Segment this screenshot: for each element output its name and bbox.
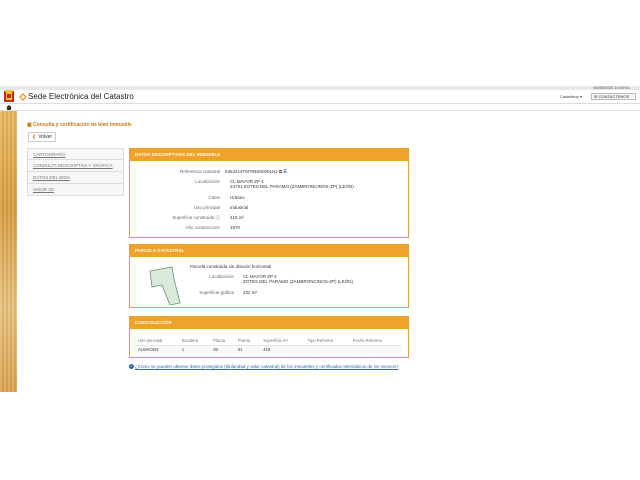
side-menu-datos[interactable]: DATOS DEL BIEN — [27, 172, 124, 184]
table-row: ALMACEN 1 00 01 419 — [136, 345, 402, 353]
cell-puerta: 01 — [235, 345, 262, 353]
use-value: Industrial — [230, 205, 249, 210]
page-title-text: Consulta y certificación de bien inmuebl… — [33, 122, 132, 128]
cell-superficie: 419 — [261, 345, 306, 353]
side-menu-consulta[interactable]: CONSULTA DESCRIPTIVA Y GRÁFICA — [27, 160, 124, 172]
parcel-plot-image[interactable] — [148, 265, 182, 305]
parcel-description: Parcela construida sin división horizont… — [190, 264, 272, 269]
parcel-location-label: Localización — [209, 274, 234, 279]
cell-fecha-reforma — [350, 345, 402, 353]
site-title[interactable]: Sede Electrónica del Catastro — [28, 92, 134, 101]
col-tipo-reforma: Tipo Reforma — [305, 337, 351, 346]
breadcrumb-bar — [0, 104, 640, 111]
site-header: Sede Electrónica del Catastro Castellano… — [0, 90, 640, 104]
cell-tipo-reforma — [305, 345, 351, 353]
col-puerta: Puerta — [235, 337, 262, 346]
col-uso: Uso principal — [136, 337, 180, 346]
construction-header: CONSTRUCCIÓN — [130, 317, 408, 329]
chevron-left-icon: ❮ — [32, 134, 37, 140]
col-superficie: Superficie m² — [261, 337, 306, 346]
contact-label: CONTÁCTENOS — [598, 94, 630, 99]
location-label: Localización — [195, 179, 220, 184]
parcel-surface-value: 432 m² — [243, 290, 258, 295]
parcel-panel: PARCELA CATASTRAL Parcela construida sin… — [129, 244, 409, 308]
parcel-header: PARCELA CATASTRAL — [130, 245, 408, 257]
side-menu-cartografia[interactable]: CARTOGRAFÍA — [27, 148, 124, 160]
surface-label: Superficie construida ⓘ — [130, 215, 220, 221]
location-value-2: 24791 ZOTES DEL PARAMO (ZAMBRONCINOS-ZP)… — [230, 184, 354, 189]
protected-data-link[interactable]: i ¿Cómo se pueden obtener datos protegido… — [129, 364, 404, 370]
back-label: Volver — [38, 134, 53, 140]
col-planta: Planta — [211, 337, 236, 346]
property-data-panel: DATOS DESCRIPTIVOS DEL INMUEBLE Referenc… — [129, 148, 409, 238]
class-label: Clase — [208, 195, 220, 200]
copy-icon[interactable]: ⧉ — [279, 169, 282, 174]
col-escalera: Escalera — [179, 337, 212, 346]
col-fecha-reforma: Fecha Reforma — [350, 337, 402, 346]
cell-planta: 00 — [211, 345, 236, 353]
language-selector[interactable]: Castellano ▾ — [560, 94, 582, 99]
print-icon[interactable]: ▣ — [283, 169, 286, 174]
info-circle-icon: i — [129, 364, 134, 370]
use-label: Uso principal — [193, 205, 220, 210]
info-icon[interactable]: ⓘ — [216, 215, 221, 220]
surface-value: 419 m² — [230, 215, 245, 220]
surface-label-text: Superficie construida — [172, 215, 215, 220]
construction-panel: CONSTRUCCIÓN Uso principal Escalera Plan… — [129, 316, 409, 358]
parcel-location-value-2: ZOTES DEL PARAMO (ZAMBRONCINOS-ZP) (LEÓN… — [243, 279, 354, 284]
parcel-surface-label: Superficie gráfica — [199, 290, 234, 295]
construction-table: Uso principal Escalera Planta Puerta Sup… — [136, 337, 402, 353]
side-menu-visor[interactable]: VISOR 3D — [27, 184, 124, 196]
page-title: ▦ Consulta y certificación de bien inmue… — [27, 122, 132, 128]
table-header-row: Uso principal Escalera Planta Puerta Sup… — [136, 337, 402, 346]
coat-of-arms-icon — [4, 90, 14, 102]
class-value: Urbano — [230, 195, 245, 200]
back-button[interactable]: ❮ Volver — [28, 132, 56, 142]
home-icon[interactable] — [6, 105, 12, 110]
protected-data-link-text: ¿Cómo se pueden obtener datos protegidos… — [135, 364, 399, 369]
year-label: Año construcción — [185, 225, 220, 230]
decorative-side-image — [0, 111, 17, 392]
catastro-logo-icon[interactable] — [19, 93, 27, 101]
ref-value-text: 6364214TM7846S0001HJ — [225, 169, 278, 174]
year-value: 1970 — [230, 225, 241, 230]
cell-uso: ALMACEN — [136, 345, 180, 353]
side-menu: CARTOGRAFÍA CONSULTA DESCRIPTIVA Y GRÁFI… — [27, 148, 124, 196]
property-data-header: DATOS DESCRIPTIVOS DEL INMUEBLE — [130, 149, 408, 161]
cell-escalera: 1 — [179, 345, 212, 353]
ref-label: Referencia catastral — [179, 169, 220, 174]
contact-button[interactable]: ✉ CONTÁCTENOS — [591, 93, 636, 100]
ref-value: 6364214TM7846S0001HJ ⧉ ▣ — [225, 169, 287, 174]
